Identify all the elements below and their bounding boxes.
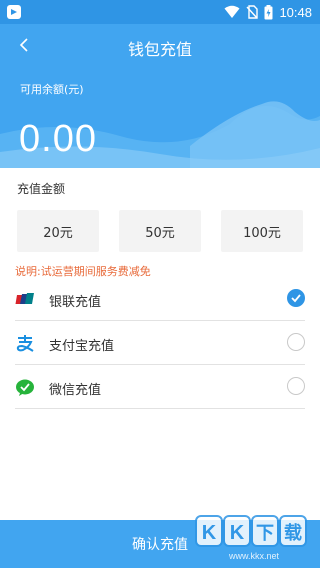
amount-option-20[interactable]: 20元	[17, 210, 99, 252]
no-sim-icon	[246, 5, 259, 19]
wifi-icon	[224, 5, 240, 18]
payment-method-alipay[interactable]: 支付宝充值	[15, 321, 305, 365]
recharge-amount-label: 充值金额	[17, 182, 66, 196]
unionpay-icon	[15, 293, 34, 304]
amount-options: 20元 50元 100元	[17, 210, 303, 252]
battery-charging-icon	[264, 4, 273, 19]
status-time: 10:48	[279, 4, 312, 20]
amount-option-50[interactable]: 50元	[119, 210, 201, 252]
payment-method-unionpay[interactable]: 银联充值	[15, 277, 305, 321]
radio-unionpay[interactable]	[287, 289, 305, 307]
radio-alipay[interactable]	[287, 333, 305, 351]
balance-label: 可用余额(元)	[20, 83, 84, 96]
check-icon	[291, 294, 301, 303]
page-title: 钱包充值	[127, 40, 192, 59]
balance-amount: 0.00	[19, 118, 97, 160]
radio-wechat[interactable]	[287, 377, 305, 395]
app-notification-icon	[7, 5, 21, 19]
confirm-recharge-button[interactable]: 确认充值	[0, 520, 320, 568]
wallet-header: 钱包充值 可用余额(元) 0.00	[0, 24, 320, 168]
wechat-icon	[16, 379, 34, 396]
payment-method-wechat[interactable]: 微信充值	[15, 365, 305, 409]
payment-label-unionpay: 银联充值	[49, 295, 102, 310]
payment-label-alipay: 支付宝充值	[49, 339, 115, 354]
status-bar: 10:48	[0, 0, 320, 24]
alipay-icon	[16, 335, 34, 352]
amount-option-100[interactable]: 100元	[221, 210, 303, 252]
payment-label-wechat: 微信充值	[49, 383, 102, 398]
